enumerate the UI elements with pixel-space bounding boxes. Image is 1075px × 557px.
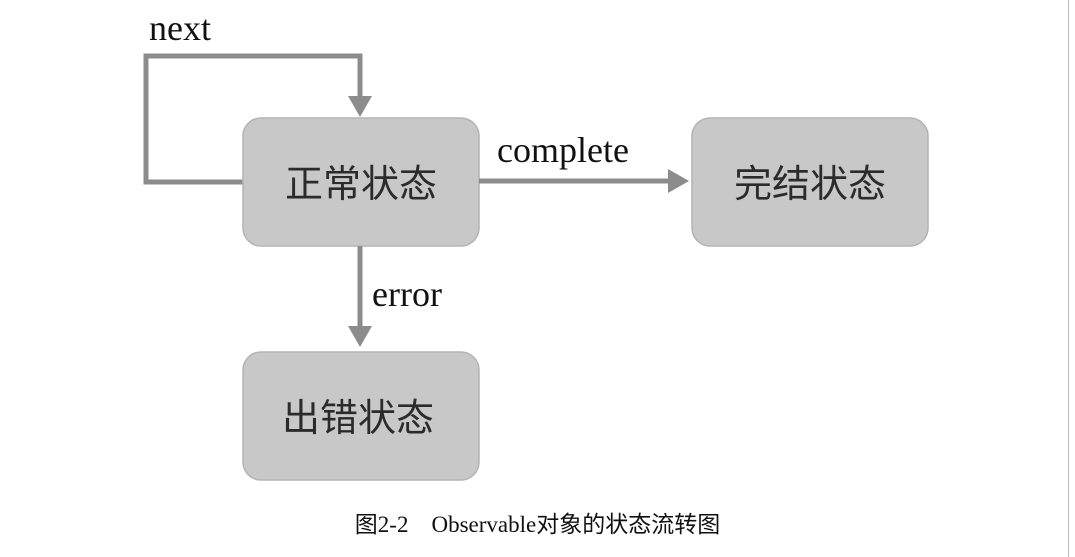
error-edge-label: error bbox=[372, 274, 442, 314]
normal-state-label: 正常状态 bbox=[285, 162, 437, 206]
figure-caption: 图2-2 Observable对象的状态流转图 bbox=[0, 505, 1075, 539]
complete-state-label: 完结状态 bbox=[734, 162, 886, 206]
figure-number: 图2-2 bbox=[354, 512, 409, 537]
next-edge-label: next bbox=[149, 8, 211, 48]
error-edge-arrowhead bbox=[348, 326, 372, 347]
error-state-label: 出错状态 bbox=[282, 396, 434, 440]
state-transition-diagram: next 正常状态 complete 完结状态 error 出错状态 bbox=[143, 8, 929, 481]
complete-edge-arrowhead bbox=[668, 169, 689, 193]
next-loop-arrowhead bbox=[348, 96, 372, 117]
figure-title: Observable对象的状态流转图 bbox=[431, 512, 721, 537]
page: next 正常状态 complete 完结状态 error 出错状态 图2-2 … bbox=[0, 0, 1075, 557]
complete-edge-label: complete bbox=[497, 130, 629, 170]
